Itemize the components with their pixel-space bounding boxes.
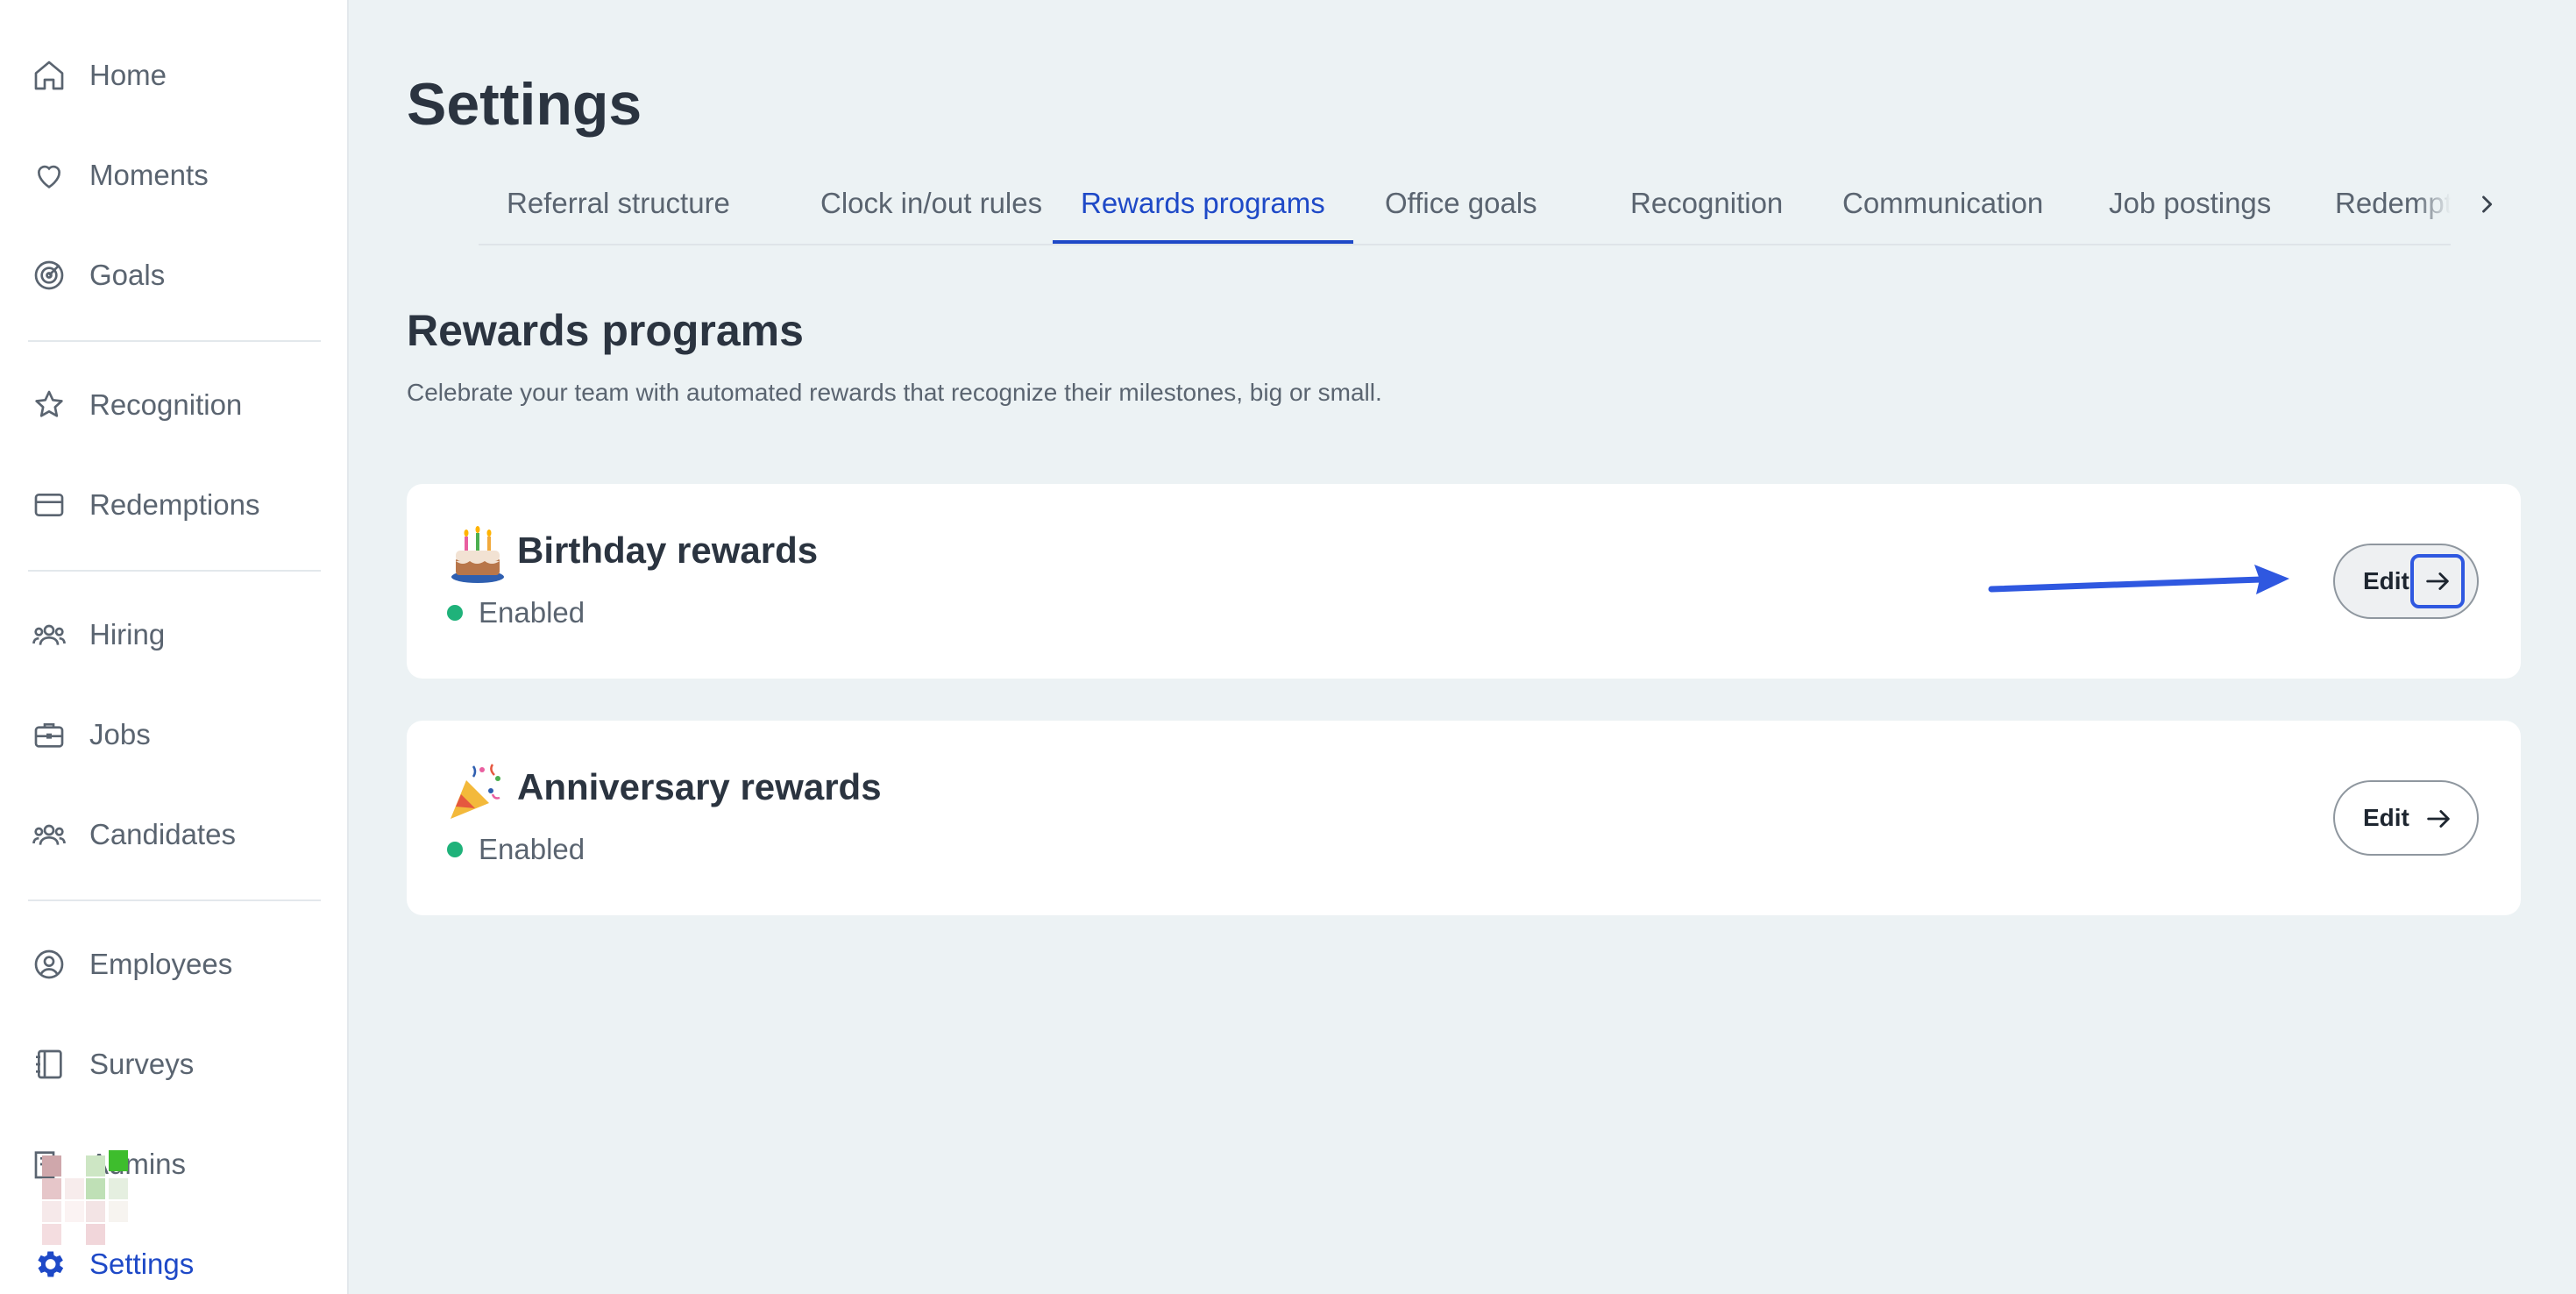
sidebar-item-label: Recognition (89, 388, 243, 421)
sidebar-item-label: Home (89, 59, 167, 91)
sidebar-item-employees[interactable]: Employees (28, 929, 321, 999)
settings-tabs: Referral structure Clock in/out rules Re… (479, 167, 2451, 245)
tab-recognition[interactable]: Recognition (1602, 167, 1811, 244)
sidebar-item-label: Goals (89, 259, 166, 291)
sidebar-item-label: Redemptions (89, 488, 260, 521)
gear-icon (28, 1243, 70, 1285)
tab-communication[interactable]: Communication (1814, 167, 2071, 244)
party-popper-icon (447, 761, 508, 822)
tabs-fade (2416, 167, 2451, 244)
sidebar-item-redemptions[interactable]: Redemptions (28, 470, 321, 540)
sidebar-divider (28, 570, 321, 572)
sidebar-item-candidates[interactable]: Candidates (28, 800, 321, 870)
target-icon (28, 254, 70, 296)
sidebar-item-moments[interactable]: Moments (28, 140, 321, 210)
heart-icon (28, 154, 70, 196)
sidebar-item-label: Settings (89, 1248, 195, 1280)
edit-anniversary-rewards-button[interactable]: Edit (2333, 780, 2479, 856)
section-title: Rewards programs (407, 306, 804, 355)
arrow-right-icon (2419, 800, 2458, 838)
sidebar-divider (28, 340, 321, 342)
chevron-right-icon (2482, 196, 2493, 213)
edit-button-label: Edit (2363, 567, 2409, 594)
tab-clock-in-out-rules[interactable]: Clock in/out rules (792, 167, 1070, 244)
sidebar-item-label: Hiring (89, 618, 166, 651)
tab-referral-structure[interactable]: Referral structure (479, 167, 758, 244)
tab-office-goals[interactable]: Office goals (1357, 167, 1565, 244)
status-text: Enabled (479, 596, 585, 629)
notebook-icon (28, 1043, 70, 1085)
sidebar-item-settings[interactable]: Settings (28, 1229, 321, 1294)
status-badge: Enabled (447, 596, 585, 629)
annotation-arrow (1988, 565, 2289, 594)
section-description: Celebrate your team with automated rewar… (407, 379, 1382, 406)
edit-birthday-rewards-button[interactable]: Edit (2333, 544, 2479, 619)
sidebar-divider (28, 899, 321, 901)
user-circle-icon (28, 943, 70, 985)
sidebar-item-home[interactable]: Home (28, 40, 321, 110)
tabs-scroll-right-button[interactable] (2467, 180, 2506, 229)
sidebar-item-label: Jobs (89, 718, 151, 750)
reward-card-title: Birthday rewards (517, 530, 819, 571)
sidebar-item-goals[interactable]: Goals (28, 240, 321, 310)
star-badge-icon (28, 384, 70, 426)
home-icon (28, 54, 70, 96)
sidebar-item-label: Candidates (89, 818, 236, 850)
people-icon (28, 814, 70, 856)
sidebar-item-recognition[interactable]: Recognition (28, 370, 321, 440)
status-dot-icon (447, 842, 463, 857)
sidebar-item-hiring[interactable]: Hiring (28, 600, 321, 670)
sidebar-item-surveys[interactable]: Surveys (28, 1029, 321, 1099)
status-text: Enabled (479, 833, 585, 865)
birthday-cake-icon (447, 524, 508, 586)
sidebar-item-jobs[interactable]: Jobs (28, 700, 321, 770)
briefcase-icon (28, 714, 70, 756)
people-icon (28, 614, 70, 656)
edit-button-label: Edit (2363, 804, 2409, 831)
tab-rewards-programs[interactable]: Rewards programs (1053, 167, 1353, 244)
sidebar-item-label: Surveys (89, 1048, 195, 1080)
card-icon (28, 484, 70, 526)
sidebar: Home Moments Goals Recognition Redemptio… (0, 0, 349, 1294)
reward-card-title: Anniversary rewards (517, 766, 882, 807)
sidebar-item-label: Employees (89, 948, 233, 980)
status-dot-icon (447, 605, 463, 621)
app-root: Home Moments Goals Recognition Redemptio… (0, 0, 2576, 1294)
status-badge: Enabled (447, 833, 585, 866)
page-title: Settings (407, 71, 642, 138)
arrow-right-icon (2410, 554, 2465, 608)
sidebar-item-label: Moments (89, 159, 209, 191)
reward-card-anniversary: Anniversary rewards Enabled Edit (407, 721, 2521, 915)
tab-job-postings[interactable]: Job postings (2081, 167, 2299, 244)
